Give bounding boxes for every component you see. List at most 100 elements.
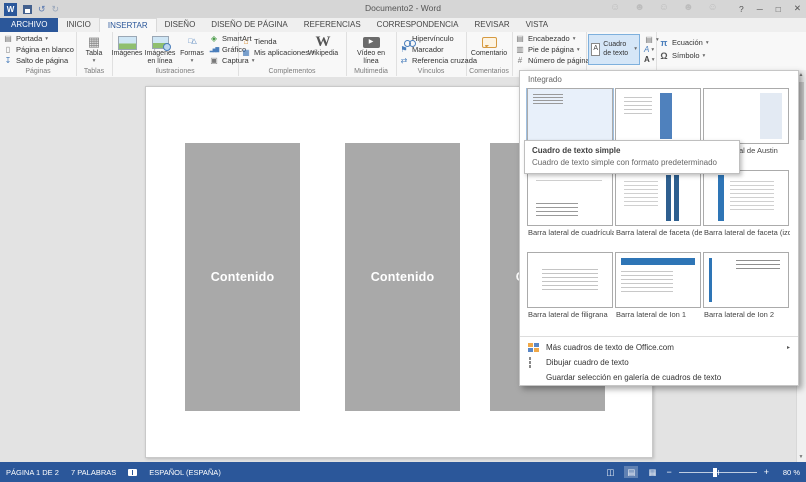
smartart-button[interactable]: ◈ SmartArt [206, 33, 236, 44]
wikipedia-button[interactable]: W Wikipedia [302, 33, 344, 66]
textbox-dropdown-menu: Integrado Cuadro de texto simple Barra l… [519, 70, 799, 386]
textbox-option-cuadricula[interactable]: Barra lateral de cuadrícula [526, 170, 614, 238]
menu-item-more-textboxes[interactable]: Más cuadros de texto de Office.com ▸ [520, 340, 798, 355]
group-label-complementos: Complementos [238, 68, 346, 75]
menu-item-save-selection[interactable]: Guardar selección en galería de cuadros … [520, 370, 798, 385]
tab-diseno-pagina[interactable]: DISEÑO DE PÁGINA [203, 18, 295, 32]
imagenes-en-linea-button[interactable]: Imágenes en línea [142, 33, 178, 66]
drop-cap-icon: A [644, 55, 650, 64]
mis-aplicaciones-button[interactable]: ▦ Mis aplicaciones ▾ [238, 47, 302, 58]
shapes-icon: □△ [188, 35, 196, 50]
tab-insertar[interactable]: INSERTAR [99, 18, 157, 32]
simbolo-label: Símbolo [672, 51, 700, 60]
zoom-out-button[interactable]: − [666, 467, 671, 477]
grafico-button[interactable]: ▂▅▇ Gráfico [206, 44, 236, 55]
content-placeholder-box[interactable]: Contenido [345, 143, 460, 411]
imagenes-linea-label: Imágenes en línea [142, 50, 178, 66]
comentario-button[interactable]: Comentario [467, 33, 511, 66]
help-button[interactable]: ? [737, 4, 746, 14]
formas-button[interactable]: □△ Formas ▾ [178, 33, 206, 66]
online-pictures-icon [152, 35, 169, 50]
zoom-slider-thumb[interactable] [713, 468, 717, 477]
content-placeholder-box[interactable]: Contenido [185, 143, 300, 411]
window-controls: ? ─ □ ✕ [737, 1, 803, 16]
close-button[interactable]: ✕ [792, 3, 803, 14]
video-en-linea-button[interactable]: ▶ Vídeo en línea [350, 33, 392, 66]
group-label-multimedia: Multimedia [346, 68, 396, 75]
minimize-button[interactable]: ─ [755, 4, 765, 14]
tab-revisar[interactable]: REVISAR [466, 18, 517, 32]
pictures-icon [118, 35, 137, 50]
placeholder-text: Contenido [211, 270, 275, 284]
dropdown-arrow-icon: ▾ [652, 57, 655, 63]
ribbon-group-tablas: ▦ Tabla ▾ Tablas [76, 32, 113, 76]
imagenes-button[interactable]: Imágenes [112, 33, 142, 66]
tab-inicio[interactable]: INICIO [58, 18, 98, 32]
title-bar: W ↺ ↻ Documento2 - Word ☺ ☻ ☺ ☻ ☺ ? ─ □ … [0, 0, 806, 19]
textbox-option-filigrana[interactable]: Barra lateral de filigrana [526, 252, 614, 320]
cuadro-de-texto-button[interactable]: A Cuadro de texto ▾ [588, 34, 640, 65]
language-indicator[interactable]: ESPAÑOL (ESPAÑA) [149, 468, 221, 477]
zoom-in-button[interactable]: + [764, 467, 769, 477]
tienda-label: Tienda [254, 37, 277, 46]
apps-icon: ▦ [241, 48, 251, 58]
tab-diseno[interactable]: DISEÑO [157, 18, 204, 32]
quick-parts-icon: ▤ [644, 35, 654, 45]
proofing-status-icon[interactable] [128, 469, 137, 476]
ecuacion-button[interactable]: π Ecuación ▾ [656, 36, 712, 49]
submenu-arrow-icon: ▸ [787, 344, 790, 351]
store-icon: ⌂ [241, 37, 251, 47]
office-gallery-icon [528, 343, 540, 352]
print-layout-button[interactable]: ▤ [624, 466, 638, 478]
salto-de-pagina-button[interactable]: ↧ Salto de página [0, 55, 77, 66]
mis-aplicaciones-label: Mis aplicaciones [254, 48, 309, 57]
simbolo-button[interactable]: Ω Símbolo ▾ [656, 49, 712, 62]
web-layout-button[interactable]: ▦ [645, 466, 659, 478]
word-count[interactable]: 7 PALABRAS [71, 468, 116, 477]
textbox-thumbnail [615, 88, 701, 144]
textbox-option-label: Barra lateral de faceta (dere... [614, 226, 702, 238]
marcador-label: Marcador [412, 45, 444, 54]
textbox-option-ion-2[interactable]: Barra lateral de Ion 2 [702, 252, 790, 320]
tabla-button[interactable]: ▦ Tabla ▾ [77, 33, 111, 66]
dropdown-arrow-icon: ▾ [703, 53, 706, 59]
zoom-level[interactable]: 80 % [776, 468, 800, 477]
numero-label: Número de página [528, 56, 590, 65]
dropdown-arrow-icon: ▾ [93, 58, 96, 64]
cross-reference-icon: ⇄ [399, 56, 409, 66]
menu-item-label: Más cuadros de texto de Office.com [546, 343, 674, 352]
header-icon: ▤ [515, 34, 525, 44]
hipervinculo-label: Hipervínculo [412, 34, 454, 43]
footer-icon: ▥ [515, 45, 525, 55]
read-mode-button[interactable]: ◫ [603, 466, 617, 478]
pagina-en-blanco-button[interactable]: ▯ Página en blanco [0, 44, 77, 55]
dropdown-arrow-icon: ▾ [577, 47, 580, 53]
textbox-option-faceta-derecha[interactable]: Barra lateral de faceta (dere... [614, 170, 702, 238]
tooltip-description: Cuadro de texto simple con formato prede… [532, 158, 732, 168]
textbox-option-faceta-izquierda[interactable]: Barra lateral de faceta (izqu... [702, 170, 790, 238]
dropdown-arrow-icon: ▾ [651, 47, 654, 53]
tooltip: Cuadro de texto simple Cuadro de texto s… [524, 140, 740, 174]
textbox-option-label: Barra lateral de cuadrícula [526, 226, 614, 238]
tab-archivo[interactable]: ARCHIVO [0, 18, 58, 32]
tab-correspondencia[interactable]: CORRESPONDENCIA [369, 18, 467, 32]
tienda-button[interactable]: ⌂ Tienda [238, 36, 302, 47]
pagina-blanco-label: Página en blanco [16, 45, 74, 54]
play-icon: ▶ [369, 39, 374, 46]
cover-page-icon: ▤ [3, 34, 13, 44]
save-selection-icon [528, 373, 540, 382]
portada-button[interactable]: ▤ Portada ▾ [0, 33, 77, 44]
textbox-option-ion-1[interactable]: Barra lateral de Ion 1 [614, 252, 702, 320]
zoom-slider[interactable] [679, 472, 757, 473]
page-indicator[interactable]: PÁGINA 1 DE 2 [6, 468, 59, 477]
dropdown-arrow-icon: ▾ [191, 58, 194, 64]
tab-vista[interactable]: VISTA [518, 18, 557, 32]
dropdown-arrow-icon: ▾ [45, 36, 48, 42]
menu-item-draw-textbox[interactable]: Dibujar cuadro de texto [520, 355, 798, 370]
tab-referencias[interactable]: REFERENCIAS [296, 18, 369, 32]
textbox-thumbnail [615, 252, 701, 308]
maximize-button[interactable]: □ [774, 4, 783, 14]
scroll-down-arrow[interactable]: ▼ [797, 452, 805, 462]
text-box-icon: A [591, 43, 600, 56]
captura-button[interactable]: ▣ Captura ▾ [206, 55, 236, 66]
